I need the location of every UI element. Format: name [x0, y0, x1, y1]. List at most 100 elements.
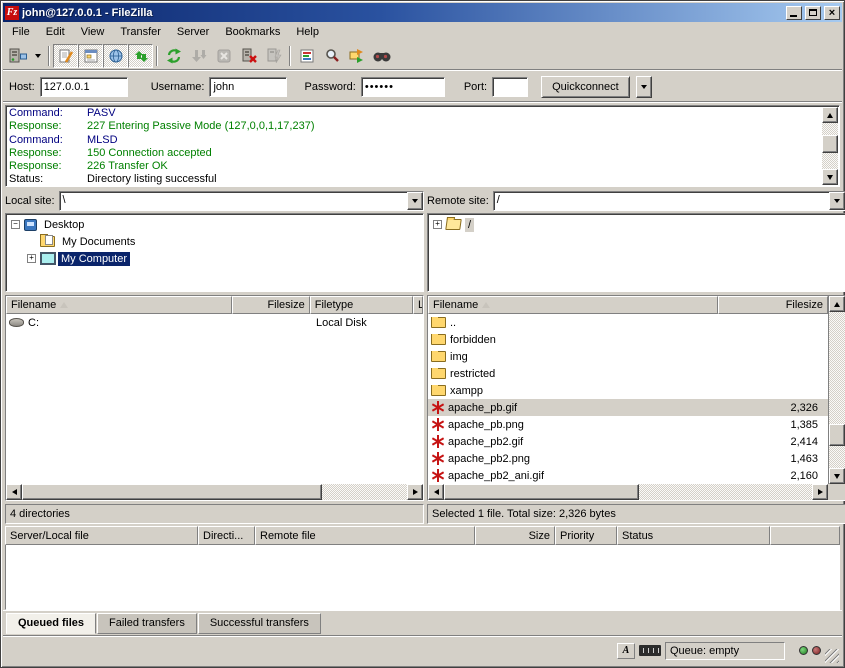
port-input[interactable]	[492, 77, 528, 97]
site-manager-dropdown-button[interactable]	[31, 44, 45, 68]
column-header-remote-file[interactable]: Remote file	[255, 526, 475, 545]
arrow-right-icon	[818, 489, 823, 495]
minimize-button[interactable]	[786, 6, 802, 20]
username-input[interactable]	[209, 77, 287, 97]
password-label: Password:	[304, 81, 355, 93]
file-name: xampp	[450, 385, 483, 397]
column-header-last-modified[interactable]: L	[413, 296, 423, 314]
host-input[interactable]	[40, 77, 128, 97]
local-horizontal-scrollbar[interactable]	[6, 484, 423, 500]
file-row[interactable]: apache_pb2.gif 2,414	[428, 433, 828, 450]
filter-button[interactable]	[294, 44, 319, 68]
scroll-left-button[interactable]	[6, 484, 22, 500]
local-site-combo[interactable]: \	[59, 191, 424, 211]
remote-horizontal-scrollbar[interactable]	[428, 484, 828, 500]
sort-ascending-icon	[482, 302, 490, 308]
tree-expander[interactable]: +	[433, 220, 442, 229]
disconnect-button[interactable]	[236, 44, 261, 68]
dropdown-arrow-icon	[412, 199, 418, 203]
toggle-local-tree-button[interactable]	[78, 44, 103, 68]
queue-tab[interactable]: Failed transfers	[97, 613, 197, 634]
file-size: 1,463	[722, 453, 828, 465]
file-row[interactable]: restricted	[428, 365, 828, 382]
file-search-button[interactable]	[319, 44, 344, 68]
file-name: apache_pb.gif	[448, 402, 517, 414]
file-row[interactable]: img	[428, 348, 828, 365]
column-header-filename[interactable]: Filename	[6, 296, 232, 314]
remote-site-dropdown-button[interactable]	[829, 192, 845, 210]
quickconnect-dropdown-button[interactable]	[636, 76, 652, 98]
column-header-server-local-file[interactable]: Server/Local file	[5, 526, 198, 545]
tree-expander[interactable]: +	[27, 254, 36, 263]
menu-item[interactable]: Edit	[38, 23, 73, 41]
tree-item[interactable]: My Documents	[7, 233, 422, 250]
scroll-down-button[interactable]	[829, 468, 845, 484]
column-header-status[interactable]: Status	[617, 526, 770, 545]
column-header-filename[interactable]: Filename	[428, 296, 718, 314]
tree-expander[interactable]: −	[11, 220, 20, 229]
scroll-thumb[interactable]	[822, 135, 838, 153]
arrow-down-icon	[834, 474, 840, 479]
toggle-transfer-queue-button[interactable]	[128, 44, 153, 68]
compare-directories-button[interactable]	[344, 44, 369, 68]
file-row[interactable]: apache_pb.gif 2,326	[428, 399, 828, 416]
password-input[interactable]	[361, 77, 445, 97]
file-row[interactable]: ..	[428, 314, 828, 331]
file-row[interactable]: apache_pb2_ani.gif 2,160	[428, 467, 828, 484]
menu-item[interactable]: Help	[288, 23, 327, 41]
file-row[interactable]: C: Local Disk	[6, 314, 423, 331]
resize-grip[interactable]	[825, 649, 839, 663]
file-search-icon	[324, 48, 340, 64]
queue-tab[interactable]: Queued files	[6, 613, 96, 634]
site-manager-button[interactable]	[6, 44, 31, 68]
file-row[interactable]: apache_pb2.png 1,463	[428, 450, 828, 467]
toggle-remote-tree-button[interactable]	[103, 44, 128, 68]
menu-item[interactable]: Server	[169, 23, 217, 41]
file-row[interactable]: xampp	[428, 382, 828, 399]
log-entry-message: MLSD	[87, 134, 118, 147]
process-queue-button[interactable]	[186, 44, 211, 68]
scroll-thumb[interactable]	[444, 484, 639, 500]
file-name: apache_pb2_ani.gif	[448, 470, 544, 482]
scroll-right-button[interactable]	[407, 484, 423, 500]
scroll-up-button[interactable]	[822, 107, 838, 123]
remote-vertical-scrollbar[interactable]	[828, 296, 845, 484]
synchronized-browsing-button[interactable]	[369, 44, 394, 68]
toggle-message-log-button[interactable]	[53, 44, 78, 68]
maximize-button[interactable]	[805, 6, 821, 20]
file-row[interactable]: forbidden	[428, 331, 828, 348]
refresh-button[interactable]	[161, 44, 186, 68]
column-header-filesize[interactable]: Filesize	[232, 296, 309, 314]
column-header-filesize[interactable]: Filesize	[718, 296, 828, 314]
log-entry-message: 227 Entering Passive Mode (127,0,0,1,17,…	[87, 120, 314, 133]
menu-item[interactable]: Bookmarks	[217, 23, 288, 41]
quickconnect-dropdown-icon	[641, 85, 647, 89]
log-scrollbar[interactable]	[822, 107, 838, 185]
folder-icon	[431, 334, 446, 345]
column-header-priority[interactable]: Priority	[555, 526, 617, 545]
file-row[interactable]: apache_pb.png 1,385	[428, 416, 828, 433]
menu-item[interactable]: View	[73, 23, 113, 41]
column-header-filetype[interactable]: Filetype	[310, 296, 413, 314]
tree-item[interactable]: − Desktop	[7, 216, 422, 233]
scroll-thumb[interactable]	[829, 424, 845, 446]
tree-item[interactable]: + /	[429, 216, 844, 233]
queue-tab[interactable]: Successful transfers	[198, 613, 321, 634]
column-header-size[interactable]: Size	[475, 526, 555, 545]
close-button[interactable]: ×	[824, 6, 840, 20]
dropdown-arrow-icon	[834, 199, 840, 203]
scroll-right-button[interactable]	[812, 484, 828, 500]
local-site-dropdown-button[interactable]	[407, 192, 423, 210]
menu-item[interactable]: Transfer	[112, 23, 169, 41]
scroll-left-button[interactable]	[428, 484, 444, 500]
column-header-direction[interactable]: Directi...	[198, 526, 255, 545]
reconnect-button[interactable]	[261, 44, 286, 68]
tree-item[interactable]: + My Computer	[7, 250, 422, 267]
cancel-operation-button[interactable]	[211, 44, 236, 68]
remote-site-combo[interactable]: /	[493, 191, 845, 211]
scroll-down-button[interactable]	[822, 169, 838, 185]
scroll-up-button[interactable]	[829, 296, 845, 312]
quickconnect-button[interactable]: Quickconnect	[541, 76, 630, 98]
menu-item[interactable]: File	[4, 23, 38, 41]
scroll-thumb[interactable]	[22, 484, 322, 500]
